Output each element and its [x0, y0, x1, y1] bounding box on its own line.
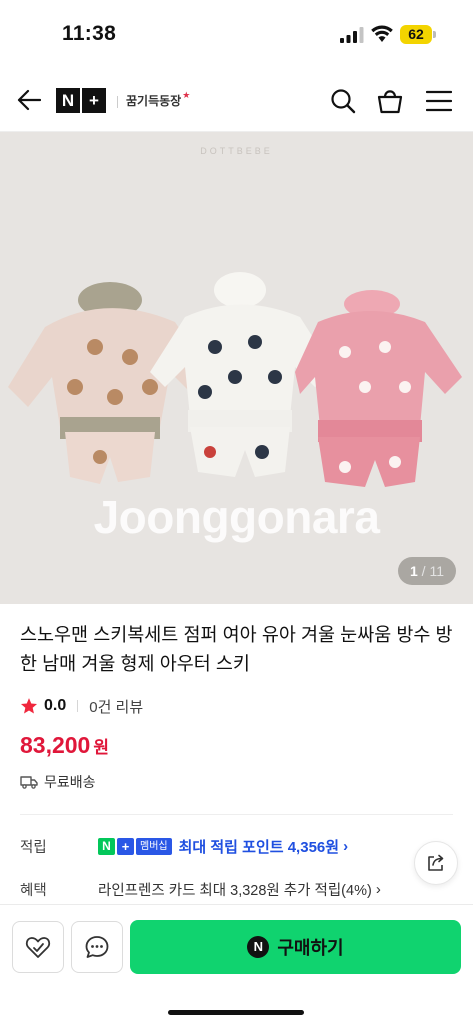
logo-plus: + [82, 88, 106, 113]
product-title: 스노우맨 스키복세트 점퍼 여아 유아 겨울 눈싸움 방수 방한 남매 겨울 형… [20, 624, 453, 674]
naver-pay-icon: N [247, 936, 270, 958]
badge-plus: + [117, 838, 134, 855]
star-icon [20, 698, 38, 714]
image-counter: 1 / 11 [398, 557, 456, 585]
price-unit: 원 [93, 738, 109, 757]
share-button[interactable] [414, 841, 458, 885]
status-time: 11:38 [62, 22, 117, 45]
app-header: N + 꿈기득동장★ [0, 70, 473, 132]
shopping-bag-icon[interactable] [376, 87, 404, 115]
store-star-icon: ★ [182, 90, 191, 100]
section-divider [20, 814, 453, 815]
price-row: 83,200 원 [20, 732, 109, 759]
bottom-action-bar: N 구매하기 [0, 904, 473, 1024]
site-watermark: Joonggonara [93, 491, 380, 543]
heart-icon [25, 937, 51, 958]
store-logo[interactable]: 꿈기득동장★ [126, 90, 191, 109]
talk-button[interactable] [71, 921, 123, 973]
search-icon[interactable] [330, 88, 356, 114]
store-name: 꿈기득동장 [126, 94, 182, 108]
battery-tip [433, 31, 436, 38]
back-arrow-icon[interactable] [17, 89, 41, 111]
share-icon [428, 854, 444, 871]
product-image[interactable]: DOTTBEBE Joonggonara 1 / 11 [0, 132, 473, 604]
truck-icon [20, 776, 38, 789]
signal-icon [340, 27, 364, 43]
wifi-icon [371, 25, 393, 42]
buy-button[interactable]: N 구매하기 [130, 920, 461, 974]
bear-pattern-set [8, 282, 215, 484]
menu-icon[interactable] [426, 90, 452, 112]
rating-value: 0.0 [44, 697, 67, 714]
shipping-label: 무료배송 [44, 774, 96, 790]
image-counter-separator: / [417, 563, 430, 579]
benefit-row[interactable]: 혜택 라인프렌즈 카드 최대 3,328원 추가 적립(4%) › [20, 879, 381, 900]
benefit-label: 혜택 [20, 883, 47, 899]
chevron-right-icon: › [375, 881, 381, 898]
nplus-logo[interactable]: N + [56, 88, 106, 113]
battery-indicator: 62 [400, 25, 432, 44]
wishlist-button[interactable] [12, 921, 64, 973]
price-amount: 83,200 [20, 732, 91, 758]
logo-n: N [56, 88, 80, 113]
shipping-row: 무료배송 [20, 772, 96, 792]
image-counter-total: 11 [429, 563, 444, 579]
review-count[interactable]: 0건 리뷰 [89, 696, 143, 717]
badge-n: N [98, 838, 115, 855]
bunny-pattern-set [295, 290, 462, 487]
home-indicator [168, 1010, 304, 1015]
points-row[interactable]: 적립 N + 멤버십 최대 적립 포인트 4,356원 › [20, 836, 348, 857]
points-label: 적립 [20, 840, 47, 856]
image-counter-current: 1 [409, 563, 418, 579]
badge-membership: 멤버십 [136, 838, 172, 855]
benefit-text[interactable]: 라인프렌즈 카드 최대 3,328원 추가 적립(4%) [98, 879, 372, 900]
chat-bubble-icon [85, 936, 109, 958]
nplus-membership-badge: N + 멤버십 [98, 837, 172, 856]
buy-button-label: 구매하기 [277, 938, 344, 958]
header-divider [117, 96, 118, 108]
rating-separator [77, 700, 79, 712]
points-text[interactable]: 최대 적립 포인트 4,356원 [179, 836, 339, 857]
chevron-right-icon: › [343, 838, 349, 855]
rating-row[interactable]: 0.0 0건 리뷰 [20, 694, 143, 718]
status-bar: 11:38 62 [0, 0, 473, 70]
